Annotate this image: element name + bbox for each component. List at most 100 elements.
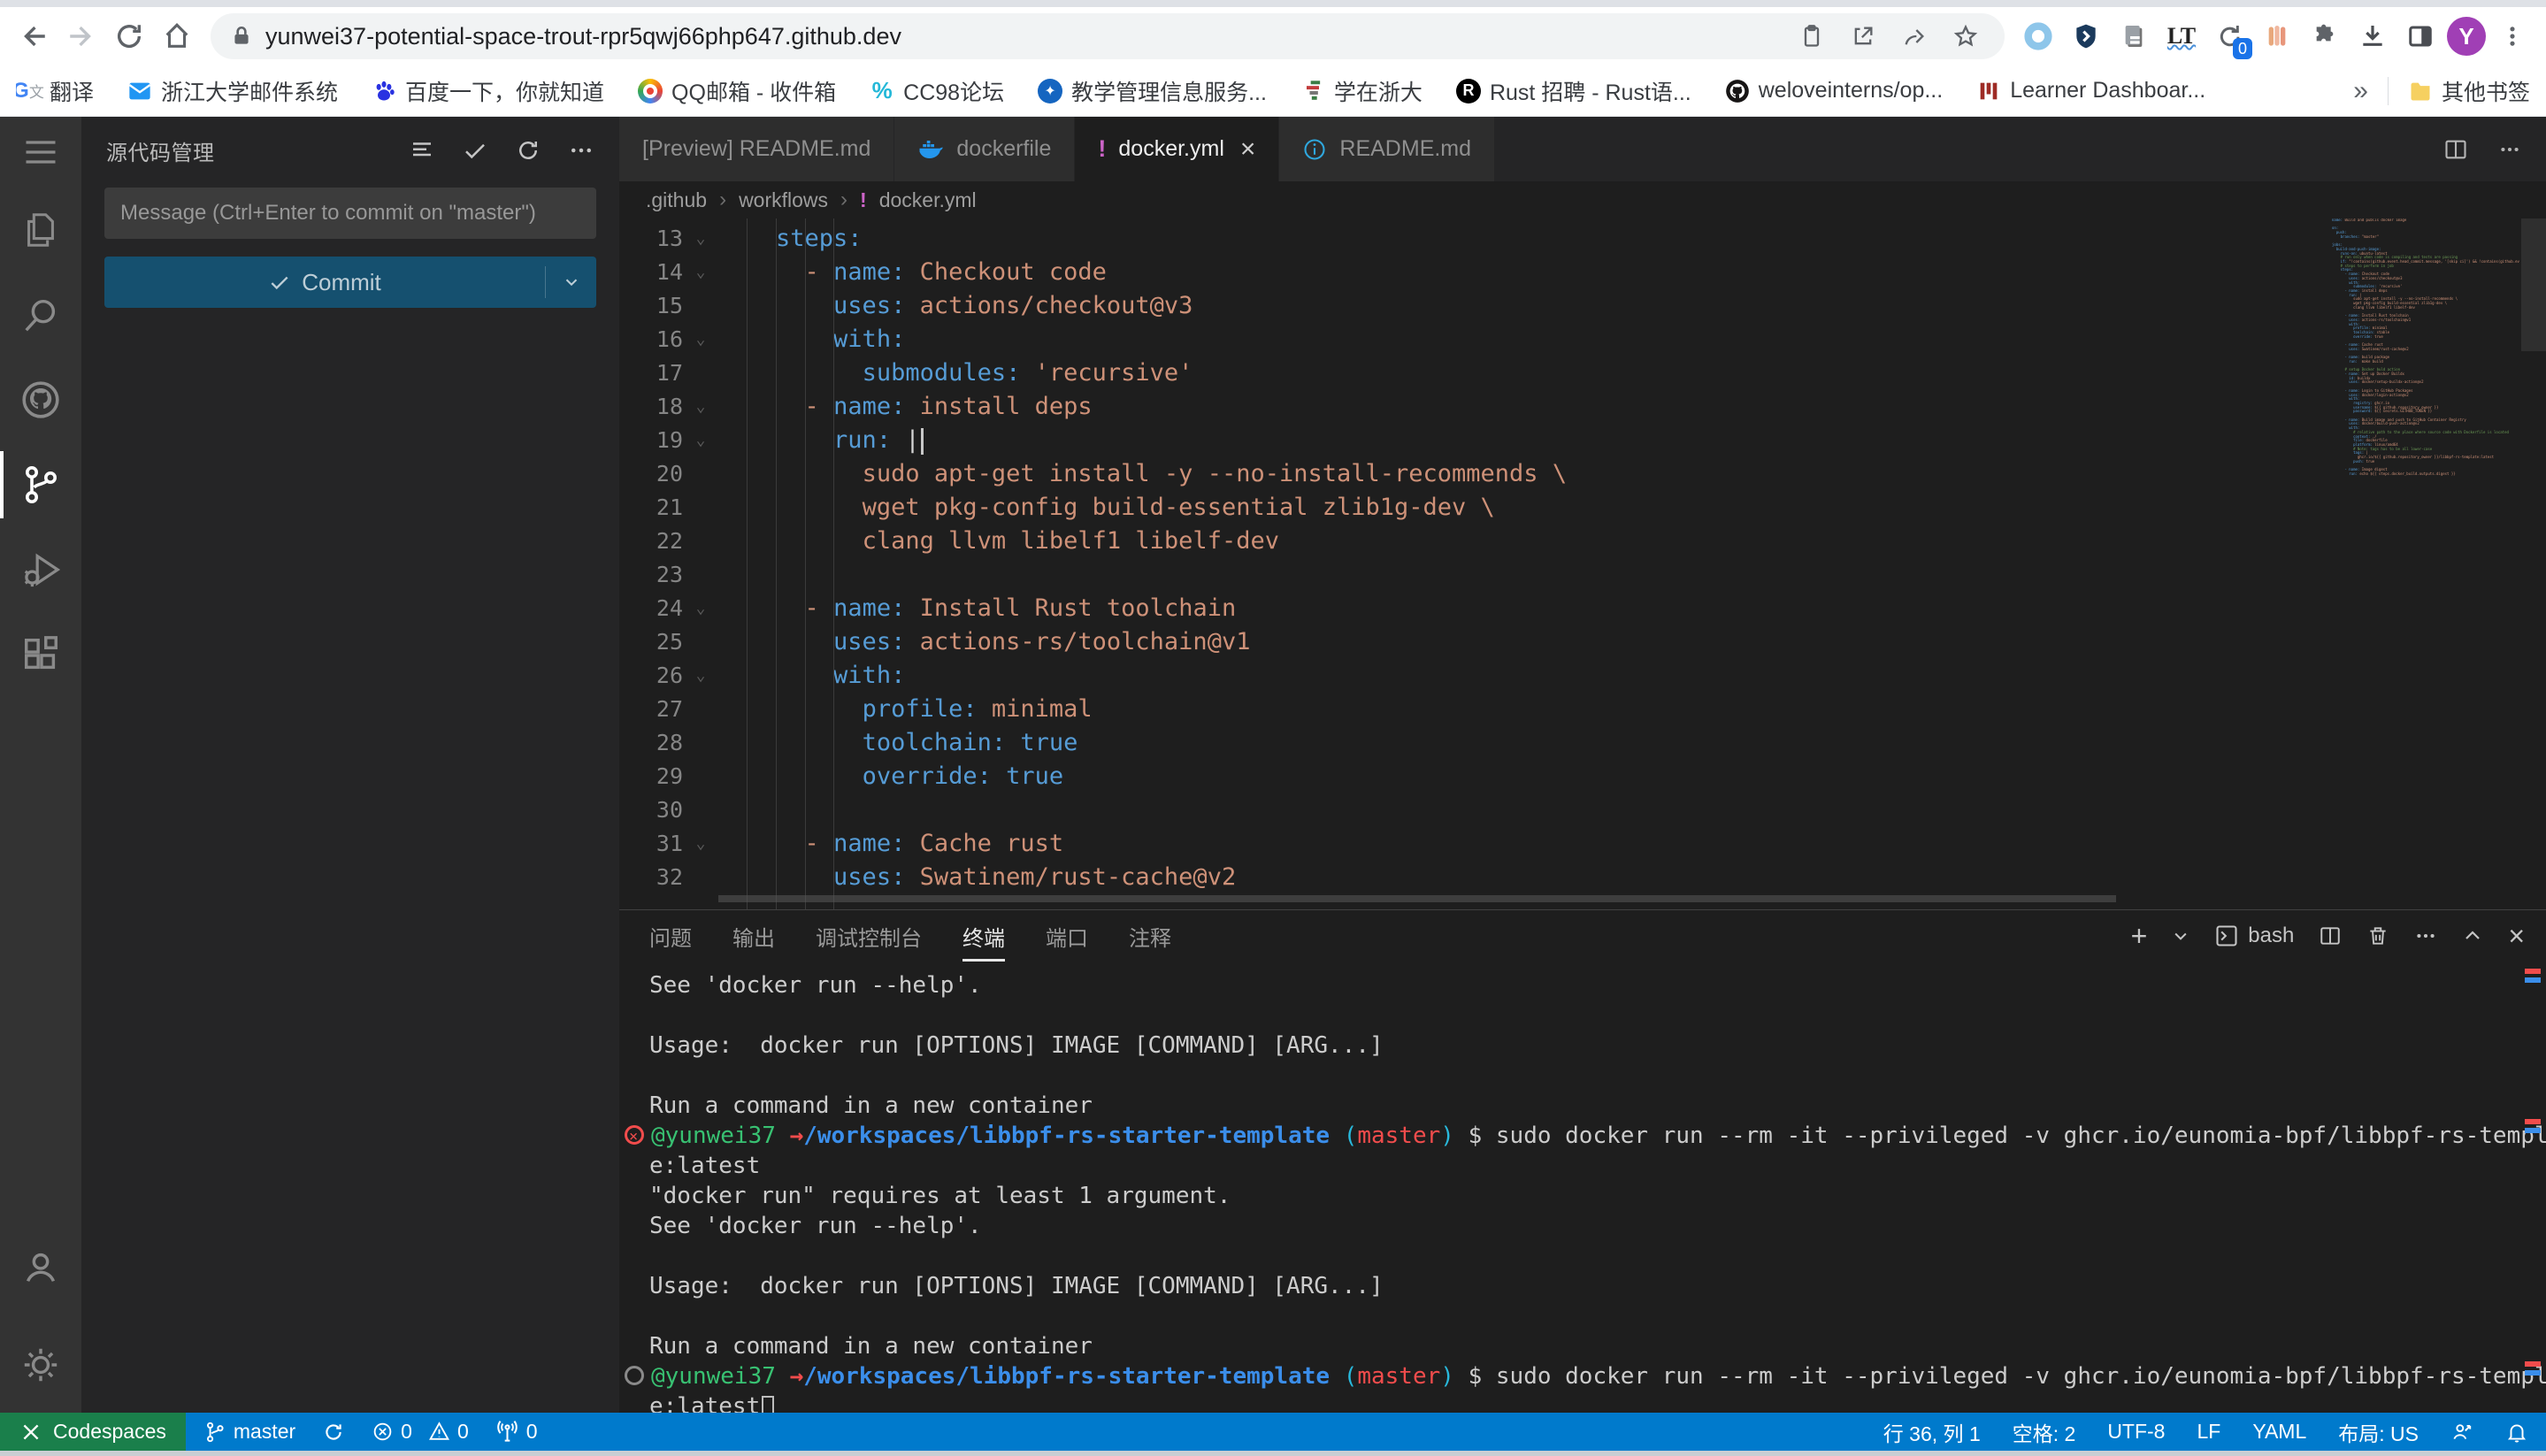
commit-message-input[interactable]: [104, 188, 596, 239]
terminal-picker-chevron-icon[interactable]: [2172, 927, 2189, 945]
horizontal-scrollbar[interactable]: [718, 895, 2116, 902]
other-bookmarks-button[interactable]: 其他书签: [2408, 75, 2530, 107]
bookmark-star-button[interactable]: [1946, 17, 1985, 56]
terminal-instance-selector[interactable]: bash: [2214, 923, 2294, 948]
code-line[interactable]: 13⌄ steps:: [619, 222, 2546, 256]
code-line[interactable]: 21 wget pkg-config build-essential zlib1…: [619, 491, 2546, 525]
share-button[interactable]: [1895, 17, 1934, 56]
minimap[interactable]: name: Build and publis docker image on: …: [2332, 218, 2519, 519]
bookmark-item[interactable]: 学在浙大: [1300, 75, 1423, 107]
extension-shield-button[interactable]: [2065, 15, 2107, 57]
problems-indicator[interactable]: 0 0: [372, 1420, 469, 1444]
editor-more-actions-icon[interactable]: [2498, 138, 2521, 161]
code-line[interactable]: 16⌄ with:: [619, 323, 2546, 356]
code-line[interactable]: 28 toolchain: true: [619, 726, 2546, 760]
fold-chevron-icon[interactable]: ⌄: [683, 222, 718, 256]
language-mode[interactable]: YAML: [2252, 1420, 2306, 1444]
new-terminal-button[interactable]: +: [2131, 920, 2148, 953]
panel-tab-注释[interactable]: 注释: [1129, 910, 1171, 962]
breadcrumb[interactable]: .github › workflows › ! docker.yml: [619, 181, 2546, 218]
code-line[interactable]: 18⌄ - name: install deps: [619, 390, 2546, 424]
close-panel-icon[interactable]: ×: [2508, 920, 2525, 953]
sidebar-item-github[interactable]: [0, 357, 81, 442]
url-text[interactable]: yunwei37-potential-space-trout-rpr5qwj66…: [265, 23, 1780, 50]
extension-ring-button[interactable]: [2017, 15, 2059, 57]
code-line[interactable]: 25 uses: actions-rs/toolchain@v1: [619, 625, 2546, 659]
maximize-panel-icon[interactable]: [2462, 925, 2483, 946]
split-editor-icon[interactable]: [2443, 137, 2468, 162]
reload-button[interactable]: [108, 15, 150, 57]
notifications-bell-icon[interactable]: [2505, 1421, 2528, 1444]
sidebar-item-source-control[interactable]: [0, 442, 81, 527]
editor-tab-dockerfile[interactable]: dockerfile: [894, 117, 1075, 181]
fold-chevron-icon[interactable]: ⌄: [683, 323, 718, 356]
code-editor[interactable]: 13⌄ steps:14⌄ - name: Checkout code15 us…: [619, 218, 2546, 909]
code-line[interactable]: 27 profile: minimal: [619, 693, 2546, 726]
commit-dropdown-button[interactable]: [545, 266, 596, 298]
save-page-button[interactable]: [1792, 17, 1831, 56]
extension-notes-button[interactable]: [2113, 15, 2155, 57]
eol-sequence[interactable]: LF: [2197, 1420, 2220, 1444]
panel-tab-输出[interactable]: 输出: [732, 910, 775, 962]
profile-avatar[interactable]: Y: [2447, 17, 2486, 56]
forward-button[interactable]: [60, 15, 103, 57]
code-line[interactable]: 17 submodules: 'recursive': [619, 356, 2546, 390]
close-tab-icon[interactable]: ×: [1240, 136, 1256, 163]
bookmarks-overflow-button[interactable]: »: [2353, 76, 2368, 106]
code-line[interactable]: 32 uses: Swatinem/rust-cache@v2: [619, 861, 2546, 894]
code-line[interactable]: 15 uses: actions/checkout@v3: [619, 289, 2546, 323]
open-in-window-button[interactable]: [1844, 17, 1883, 56]
bookmark-item[interactable]: 百度一下，你就知道: [372, 75, 604, 107]
fold-chevron-icon[interactable]: ⌄: [683, 659, 718, 693]
commit-button[interactable]: Commit: [104, 257, 596, 308]
bookmark-item[interactable]: Learner Dashboar...: [1976, 78, 2205, 103]
editor-tab--preview-readme-md[interactable]: [Preview] README.md: [619, 117, 894, 181]
ports-indicator[interactable]: 0: [495, 1420, 538, 1444]
code-line[interactable]: 29 override: true: [619, 760, 2546, 793]
extension-sync-button[interactable]: 0: [2208, 15, 2251, 57]
bookmark-item[interactable]: 浙江大学邮件系统: [127, 75, 338, 107]
cursor-position[interactable]: 行 36, 列 1: [1883, 1417, 1981, 1447]
editor-tab-readme-md[interactable]: README.md: [1279, 117, 1495, 181]
bookmark-item[interactable]: RRust 招聘 - Rust语...: [1456, 75, 1691, 107]
commit-check-icon[interactable]: [462, 137, 488, 164]
panel-tab-问题[interactable]: 问题: [649, 910, 692, 962]
code-line[interactable]: 31⌄ - name: Cache rust: [619, 827, 2546, 861]
code-line[interactable]: 19⌄ run: |: [619, 424, 2546, 457]
code-line[interactable]: 22 clang llvm libelf1 libelf-dev: [619, 525, 2546, 558]
code-line[interactable]: 20 sudo apt-get install -y --no-install-…: [619, 457, 2546, 491]
address-bar[interactable]: yunwei37-potential-space-trout-rpr5qwj66…: [211, 13, 2005, 59]
remote-indicator[interactable]: Codespaces: [0, 1413, 186, 1451]
fold-chevron-icon[interactable]: ⌄: [683, 256, 718, 289]
side-panel-button[interactable]: [2399, 15, 2442, 57]
sidebar-item-extensions[interactable]: [0, 612, 81, 697]
accounts-button[interactable]: [0, 1225, 81, 1310]
feedback-icon[interactable]: [2450, 1421, 2473, 1444]
panel-tab-调试控制台[interactable]: 调试控制台: [816, 910, 922, 962]
back-button[interactable]: [12, 15, 55, 57]
downloads-button[interactable]: [2351, 15, 2394, 57]
extension-languagetool-button[interactable]: LT: [2160, 15, 2203, 57]
code-line[interactable]: 24⌄ - name: Install Rust toolchain: [619, 592, 2546, 625]
fold-chevron-icon[interactable]: ⌄: [683, 827, 718, 861]
code-line[interactable]: 26⌄ with:: [619, 659, 2546, 693]
sidebar-item-search[interactable]: [0, 272, 81, 357]
split-terminal-icon[interactable]: [2319, 924, 2342, 947]
more-actions-icon[interactable]: [568, 137, 594, 164]
branch-indicator[interactable]: master: [203, 1420, 295, 1444]
terminal-output[interactable]: See 'docker run --help'.Usage: docker ru…: [619, 962, 2546, 1413]
panel-tab-端口[interactable]: 端口: [1046, 910, 1088, 962]
kill-terminal-trash-icon[interactable]: [2366, 924, 2389, 947]
minimap-slider[interactable]: [2521, 218, 2546, 351]
bookmark-item[interactable]: G文翻译: [16, 75, 94, 107]
bookmark-item[interactable]: weloveinterns/op...: [1725, 78, 1943, 103]
extensions-puzzle-button[interactable]: [2304, 15, 2346, 57]
bookmark-item[interactable]: %CC98论坛: [870, 75, 1004, 107]
refresh-icon[interactable]: [515, 137, 541, 164]
view-as-list-icon[interactable]: [409, 137, 435, 164]
fold-chevron-icon[interactable]: ⌄: [683, 390, 718, 424]
code-line[interactable]: 30: [619, 793, 2546, 827]
settings-button[interactable]: [0, 1322, 81, 1407]
sidebar-item-run-debug[interactable]: [0, 527, 81, 612]
bookmark-item[interactable]: QQ邮箱 - 收件箱: [638, 75, 836, 107]
